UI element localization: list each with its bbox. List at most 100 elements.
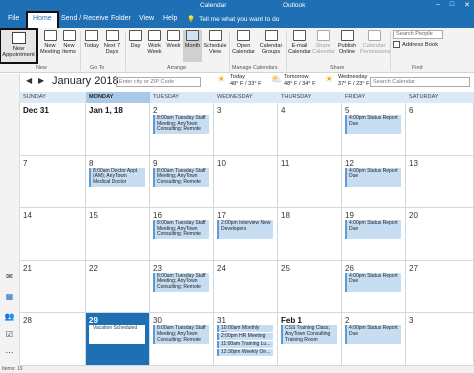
sun-icon: ☀ <box>217 74 226 84</box>
email-calendar-icon <box>293 30 306 41</box>
permissions-icon <box>367 30 381 41</box>
search-people-input[interactable]: Search People <box>393 30 443 39</box>
calendar-event[interactable]: 2:00pm HR Meeting <box>217 333 273 341</box>
calendar-event[interactable]: 4:00pm Status Report Due <box>345 167 401 187</box>
week-view-button[interactable]: Week <box>165 30 182 49</box>
day-cell[interactable]: 3 <box>214 103 278 156</box>
calendar-event[interactable]: Vacation Scheduled <box>89 325 145 345</box>
new-appointment-button[interactable]: New Appointment <box>0 28 38 64</box>
day-label: Day <box>130 43 141 49</box>
publish-online-button[interactable]: Publish Online <box>335 30 359 55</box>
city-zip-input[interactable]: Enter city or ZIP Code <box>116 77 201 87</box>
calendar-event[interactable]: 4:00pm Status Report Due <box>345 115 401 134</box>
day-cell[interactable]: 15 <box>86 208 150 261</box>
minimize-button[interactable]: – <box>436 1 440 9</box>
calendar-event[interactable]: 8:00am Tuesday Staff Meeting; AnyTown Co… <box>153 325 209 345</box>
tab-folder[interactable]: Folder <box>111 15 131 22</box>
calendar-groups-button[interactable]: Calendar Groups <box>258 30 284 55</box>
day-icon <box>129 30 142 41</box>
schedule-view-button[interactable]: Schedule View <box>203 30 227 55</box>
next-7-days-label: Next 7 Days <box>103 43 121 55</box>
day-number: 14 <box>23 211 32 221</box>
calendar-event[interactable]: 8:00am Tuesday Staff Meeting; AnyTown Co… <box>153 220 209 240</box>
day-number: 26 <box>345 263 354 273</box>
day-cell[interactable]: 18 <box>278 208 342 261</box>
calendar-event[interactable]: 8:00am Tuesday Staff Meeting; AnyTown Co… <box>153 167 209 187</box>
search-calendar-input[interactable]: Search Calendar <box>370 77 470 87</box>
day-cell[interactable]: 25 <box>278 260 342 314</box>
day-cell[interactable]: 13 <box>406 155 474 209</box>
new-items-button[interactable]: New Items <box>60 30 78 55</box>
calendar-icon[interactable]: ▦ <box>4 292 15 302</box>
new-appointment-label: New Appointment <box>2 46 35 58</box>
tab-home[interactable]: Home <box>26 11 59 30</box>
calendar-event[interactable]: 4:00pm Status Report Due <box>345 220 401 240</box>
new-meeting-button[interactable]: New Meeting <box>40 30 60 55</box>
previous-month-arrow[interactable]: ◀ <box>26 76 32 85</box>
month-label: Month <box>184 43 201 49</box>
tab-file[interactable]: File <box>8 15 19 22</box>
calendar-event[interactable]: 12:30pm Weekly On... <box>217 349 273 357</box>
share-calendar-button[interactable]: Share Calendar <box>312 30 335 55</box>
email-calendar-button[interactable]: E-mail Calendar <box>288 30 311 55</box>
calendar-permissions-button[interactable]: Calendar Permissions <box>360 30 390 55</box>
calendar-event[interactable]: CSS Training Class; AnyTown Consulting T… <box>281 325 337 345</box>
day-cell[interactable]: 7 <box>20 155 86 209</box>
day-number: 8 <box>89 158 94 168</box>
day-number: 4 <box>281 106 286 115</box>
calendar-event[interactable]: 8:00am Doctor Appt (AM); AnyTown Medical… <box>89 167 145 187</box>
day-cell[interactable]: 22 <box>86 260 150 314</box>
calendar-today-icon <box>85 30 98 41</box>
day-cell[interactable]: 28 <box>20 313 86 366</box>
today-button[interactable]: Today <box>83 30 100 49</box>
tab-view[interactable]: View <box>139 15 154 22</box>
day-cell[interactable]: 11 <box>278 155 342 209</box>
calendar-event[interactable]: 8:00am Tuesday Staff Meeting; AnyTown Co… <box>153 272 209 292</box>
day-cell[interactable]: 10 <box>214 155 278 209</box>
mail-icon[interactable]: ✉ <box>4 272 15 282</box>
next-7-days-button[interactable]: Next 7 Days <box>101 30 123 55</box>
calendar-event[interactable]: 10:00am Monthly Clie... <box>217 325 273 333</box>
tasks-icon[interactable]: ☑ <box>4 330 15 340</box>
calendar-event[interactable]: 4:00pm Status Report Due <box>345 325 401 345</box>
maximize-button[interactable]: □ <box>450 1 454 9</box>
day-cell[interactable]: 21 <box>20 260 86 314</box>
tell-me-box[interactable]: 💡 Tell me what you want to do <box>187 15 279 24</box>
status-bar: Items: 19 <box>0 366 474 373</box>
day-cell[interactable]: 3 <box>406 313 474 366</box>
group-separator <box>229 31 230 71</box>
work-week-icon <box>148 30 161 41</box>
day-cell[interactable]: Dec 31 <box>20 103 86 156</box>
month-view-button[interactable]: Month <box>183 30 202 62</box>
calendar-event[interactable]: 2:00pm Interview New Developers <box>217 220 273 240</box>
day-cell[interactable]: Jan 1, 18 <box>86 103 150 156</box>
tab-help[interactable]: Help <box>163 15 177 22</box>
more-icon[interactable]: ⋯ <box>4 348 15 358</box>
day-number: 16 <box>153 211 162 221</box>
day-number: 19 <box>345 211 354 221</box>
weather-wednesday: ☀ Wednesday 37° F / 23° F <box>325 74 370 88</box>
day-cell[interactable]: 6 <box>406 103 474 156</box>
day-cell[interactable]: 24 <box>214 260 278 314</box>
day-cell[interactable]: 4 <box>278 103 342 156</box>
address-book-button[interactable]: Address Book <box>393 41 438 48</box>
calendar-event[interactable]: 8:00am Tuesday Staff Meeting; AnyTown Co… <box>153 115 209 134</box>
day-cell[interactable]: 14 <box>20 208 86 261</box>
open-calendar-button[interactable]: Open Calendar <box>231 30 256 55</box>
calendar-event[interactable]: 11:00am Training Lu... <box>217 341 273 349</box>
people-icon[interactable]: 👥 <box>4 312 15 322</box>
schedule-icon <box>208 30 222 41</box>
next-month-arrow[interactable]: ▶ <box>38 76 44 85</box>
day-cell[interactable]: 20 <box>406 208 474 261</box>
calendar-event[interactable]: 4:00pm Status Report Due <box>345 272 401 292</box>
work-week-button[interactable]: Work Week <box>145 30 164 55</box>
close-button[interactable]: ✕ <box>464 1 470 9</box>
day-number: Feb 1 <box>281 316 302 326</box>
day-view-button[interactable]: Day <box>128 30 143 49</box>
schedule-view-label: Schedule View <box>203 43 227 55</box>
day-number: 23 <box>153 263 162 273</box>
tab-send-receive[interactable]: Send / Receive <box>61 15 108 22</box>
day-number: 17 <box>217 211 226 221</box>
day-cell[interactable]: 27 <box>406 260 474 314</box>
group-label-new: New <box>36 65 47 71</box>
